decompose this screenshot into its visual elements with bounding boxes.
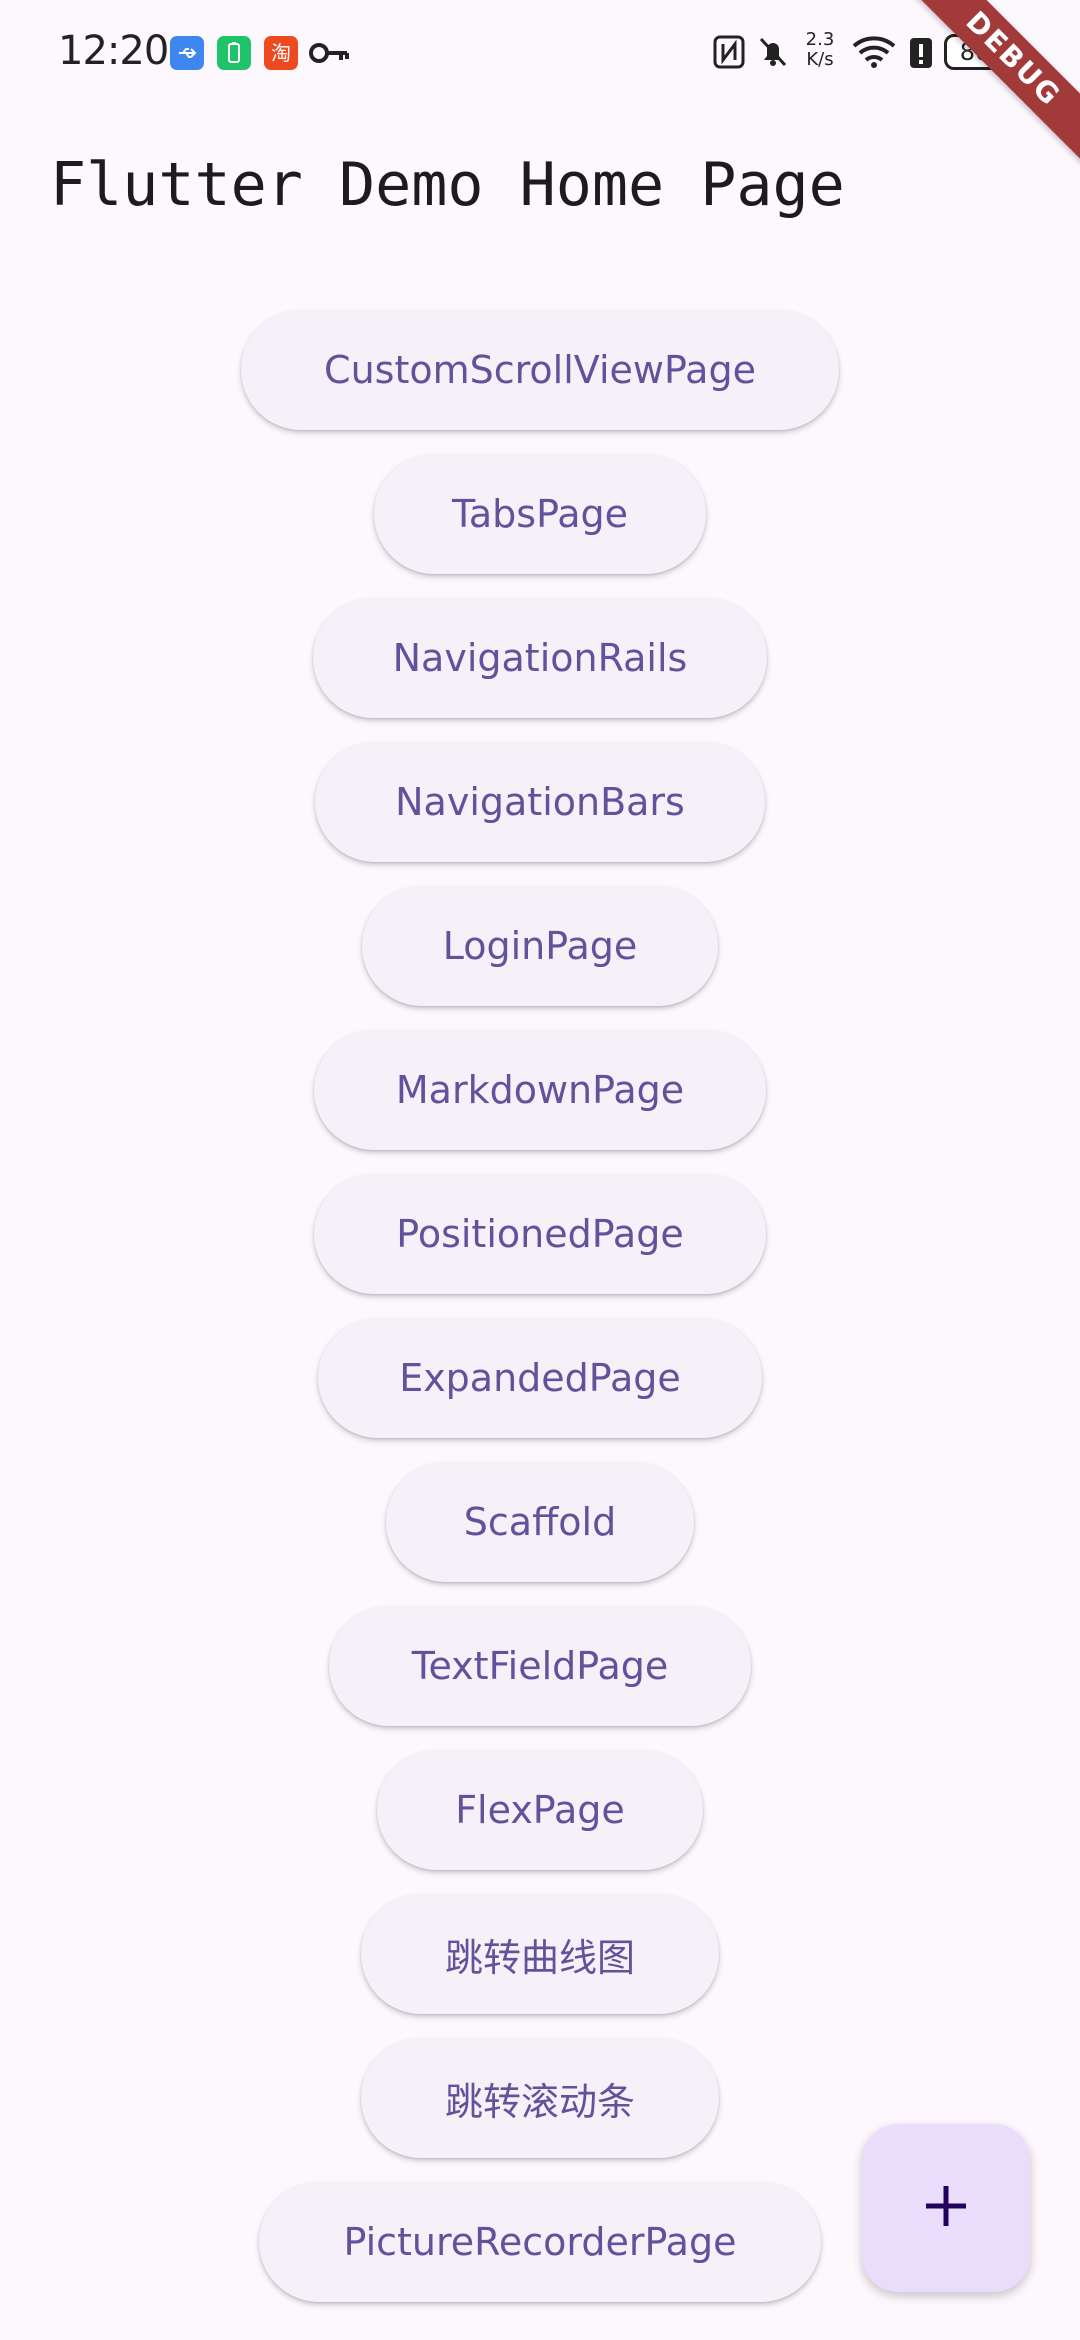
picture-recorder-page-button[interactable]: PictureRecorderPage [259, 2182, 821, 2302]
scrollbar-button[interactable]: 跳转滚动条 [361, 2038, 719, 2158]
text-field-page-button[interactable]: TextFieldPage [329, 1606, 751, 1726]
positioned-page-button[interactable]: PositionedPage [314, 1174, 766, 1294]
status-time: 12:20 [58, 28, 169, 74]
page-title: Flutter Demo Home Page [50, 150, 845, 220]
navigation-bars-button[interactable]: NavigationBars [315, 742, 765, 862]
button-list: CustomScrollViewPage TabsPage Navigation… [0, 310, 1080, 2326]
scaffold-button[interactable]: Scaffold [386, 1462, 694, 1582]
battery-alert-icon [906, 34, 936, 74]
battery-saver-app-icon [217, 36, 251, 70]
key-icon [308, 36, 352, 74]
tabs-page-button[interactable]: TabsPage [374, 454, 706, 574]
curve-chart-button[interactable]: 跳转曲线图 [361, 1894, 719, 2014]
network-speed-unit: K/s [806, 49, 834, 70]
custom-scroll-view-page-button[interactable]: CustomScrollViewPage [241, 310, 839, 430]
login-page-button[interactable]: LoginPage [362, 886, 718, 1006]
markdown-page-button[interactable]: MarkdownPage [314, 1030, 766, 1150]
add-fab-button[interactable] [862, 2124, 1030, 2292]
mute-icon [756, 34, 790, 74]
network-speed: 2.3 K/s [798, 30, 842, 70]
wifi-icon [850, 34, 898, 74]
taobao-app-icon: 淘 [264, 36, 298, 70]
network-speed-value: 2.3 [805, 29, 835, 50]
expanded-page-button[interactable]: ExpandedPage [318, 1318, 762, 1438]
status-bar: 12:20 淘 2.3 K/s 80 [0, 0, 1080, 100]
plus-icon [920, 2180, 972, 2236]
svg-text:淘: 淘 [271, 41, 291, 65]
navigation-rails-button[interactable]: NavigationRails [313, 598, 767, 718]
usb-icon [170, 36, 204, 70]
flex-page-button[interactable]: FlexPage [377, 1750, 703, 1870]
nfc-icon [712, 34, 746, 74]
